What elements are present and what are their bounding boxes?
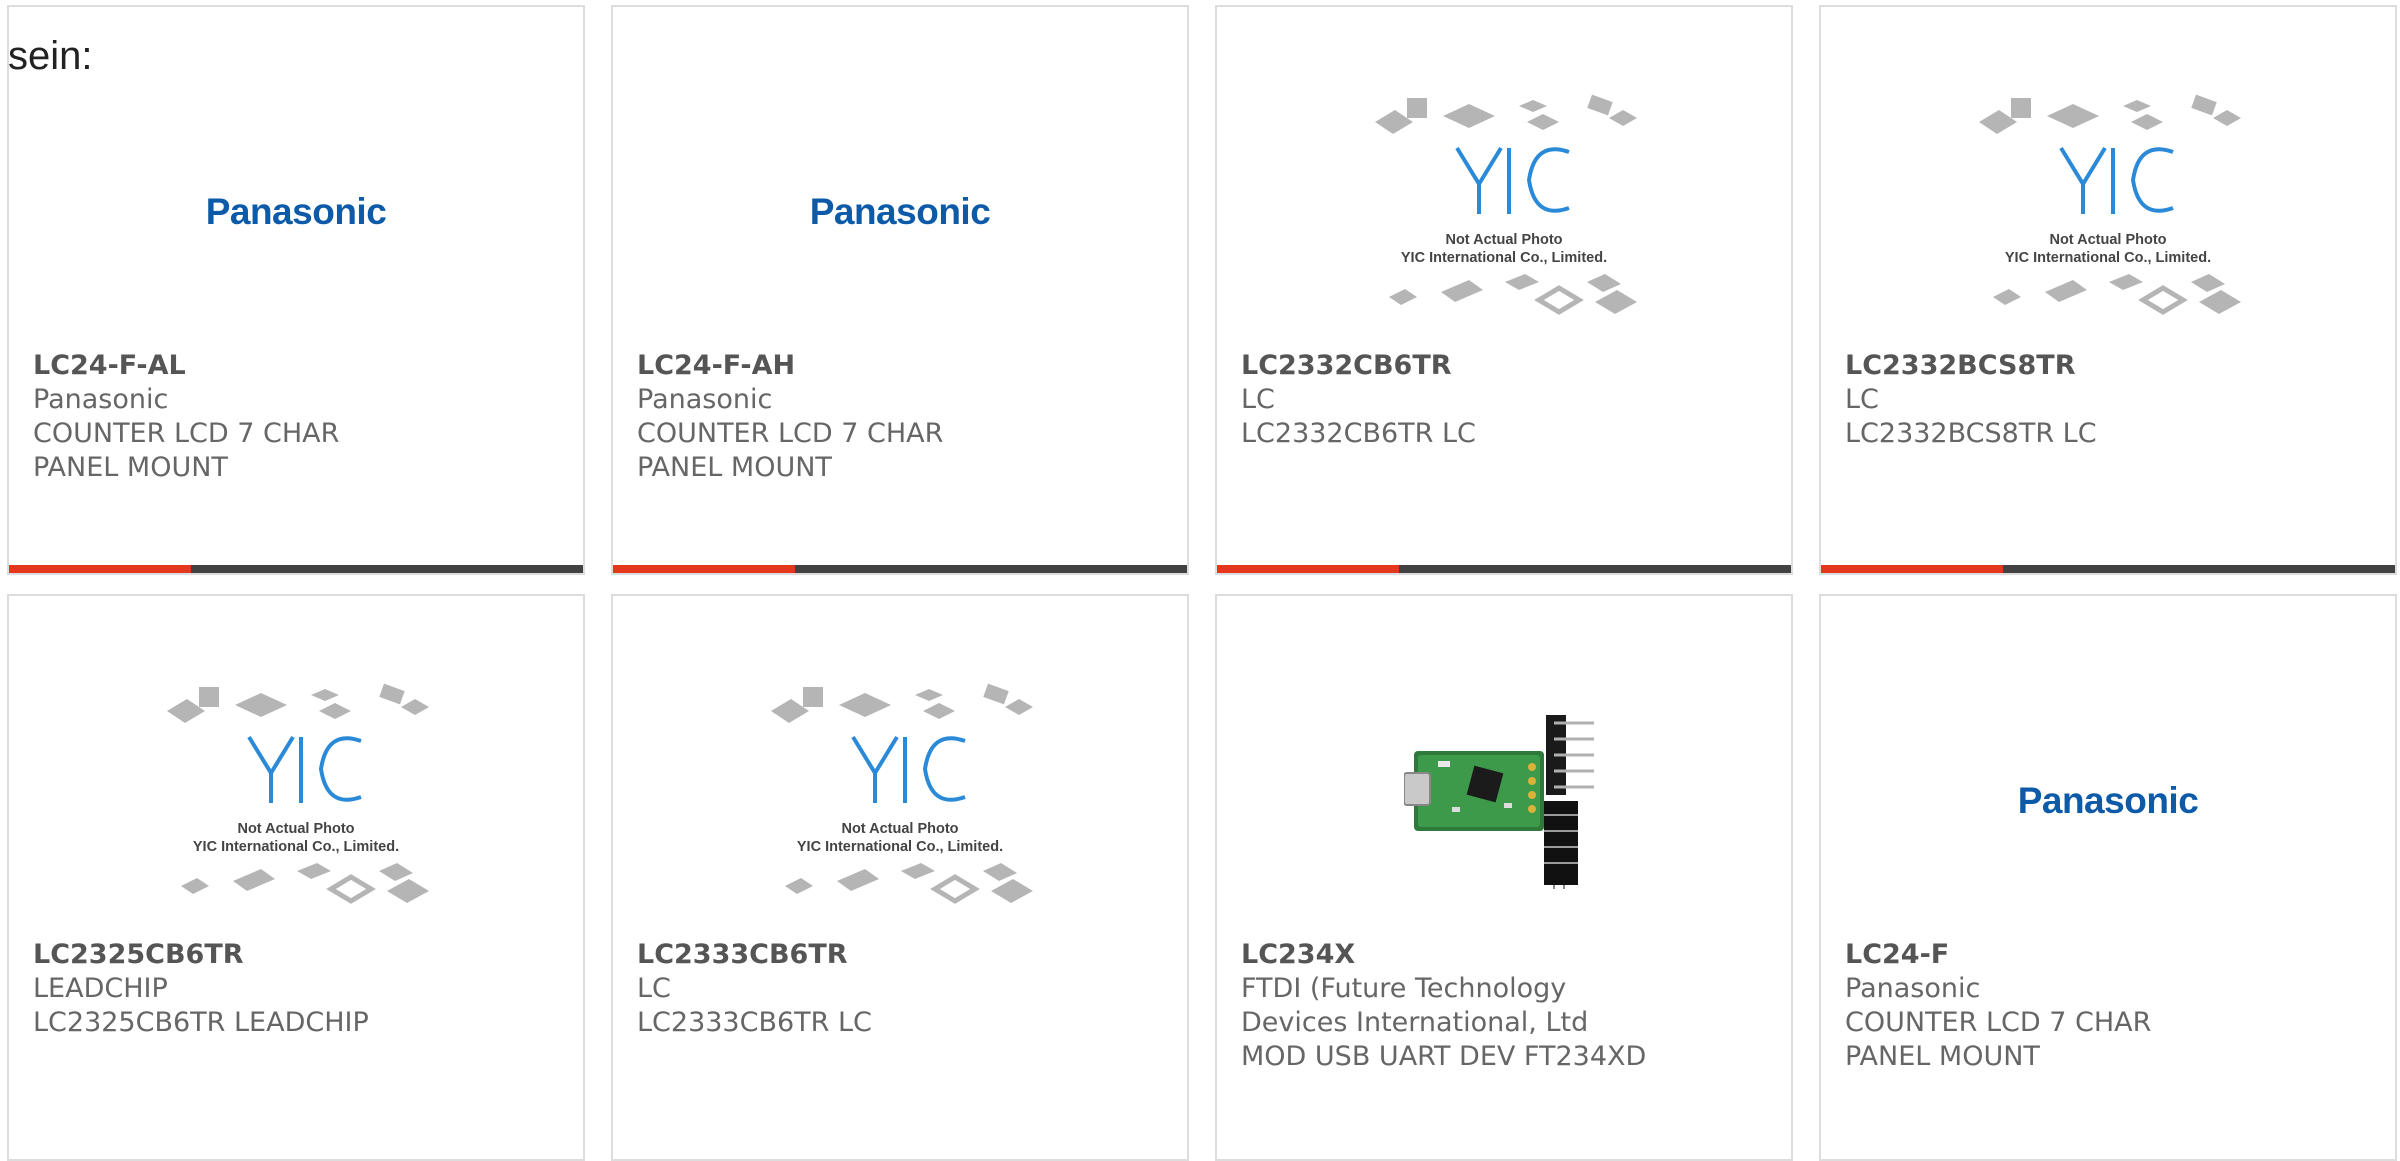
product-card[interactable]: Panasonic LC24-F-AL Panasonic COUNTER LC… [7,5,585,575]
product-image[interactable]: Panasonic [615,77,1185,347]
manufacturer: Panasonic [637,384,773,415]
panasonic-logo: Panasonic [809,191,991,232]
product-image[interactable]: Not Actual Photo YIC International Co., … [615,666,1185,936]
part-number[interactable]: LC24-F-AL [33,349,559,383]
product-image[interactable]: Panasonic [1823,666,2393,936]
part-number[interactable]: LC2332BCS8TR [1845,349,2371,383]
svg-text:Not Actual Photo: Not Actual Photo [237,821,354,837]
description: LC2332BCS8TR LC [1845,418,2097,449]
svg-text:YIC International Co., Limited: YIC International Co., Limited. [1401,250,1607,266]
product-image[interactable]: Not Actual Photo YIC International Co., … [11,666,581,936]
product-card[interactable]: Not Actual Photo YIC International Co., … [1819,5,2397,575]
description: LC2325CB6TR LEADCHIP [33,1007,369,1038]
placeholder-image: Not Actual Photo YIC International Co., … [167,683,429,904]
svg-text:YIC International Co., Limited: YIC International Co., Limited. [193,839,399,855]
intro-text: sein: [8,34,93,78]
description: COUNTER LCD 7 CHAR PANEL MOUNT [637,418,944,483]
product-grid: Panasonic LC24-F-AL Panasonic COUNTER LC… [0,0,2400,1161]
part-number[interactable]: LC2333CB6TR [637,938,1163,972]
part-number[interactable]: LC24-F-AH [637,349,1163,383]
description: COUNTER LCD 7 CHAR PANEL MOUNT [33,418,340,483]
svg-text:Not Actual Photo: Not Actual Photo [2049,232,2166,248]
part-number[interactable]: LC234X [1241,938,1767,972]
product-card[interactable]: Not Actual Photo YIC International Co., … [7,594,585,1161]
product-image[interactable]: Not Actual Photo YIC International Co., … [1823,77,2393,347]
svg-text:YIC International Co., Limited: YIC International Co., Limited. [2005,250,2211,266]
manufacturer: LC [637,973,671,1004]
description: LC2333CB6TR LC [637,1007,872,1038]
card-accent-bar [1821,565,2395,573]
manufacturer: FTDI (Future Technology Devices Internat… [1241,973,1589,1038]
part-number[interactable]: LC24-F [1845,938,2371,972]
svg-text:YIC International Co., Limited: YIC International Co., Limited. [797,839,1003,855]
product-card[interactable]: LC234X FTDI (Future Technology Devices I… [1215,594,1793,1161]
manufacturer: Panasonic [1845,973,1981,1004]
description: MOD USB UART DEV FT234XD [1241,1041,1647,1072]
description: LC2332CB6TR LC [1241,418,1476,449]
placeholder-image: Not Actual Photo YIC International Co., … [771,683,1033,904]
manufacturer: LC [1845,384,1879,415]
part-number[interactable]: LC2325CB6TR [33,938,559,972]
placeholder-image: Not Actual Photo YIC International Co., … [1979,94,2241,315]
card-accent-bar [1217,565,1791,573]
product-card[interactable]: Not Actual Photo YIC International Co., … [1215,5,1793,575]
card-accent-bar [613,565,1187,573]
usb-uart-board-image [1404,715,1594,889]
panasonic-logo: Panasonic [205,191,387,232]
svg-text:Not Actual Photo: Not Actual Photo [841,821,958,837]
product-image[interactable]: Panasonic [11,77,581,347]
part-number[interactable]: LC2332CB6TR [1241,349,1767,383]
product-card[interactable]: Panasonic LC24-F-AH Panasonic COUNTER LC… [611,5,1189,575]
description: COUNTER LCD 7 CHAR PANEL MOUNT [1845,1007,2152,1072]
manufacturer: LC [1241,384,1275,415]
card-accent-bar [9,565,583,573]
product-image[interactable] [1219,666,1789,936]
manufacturer: Panasonic [33,384,169,415]
svg-text:Not Actual Photo: Not Actual Photo [1445,232,1562,248]
product-image[interactable]: Not Actual Photo YIC International Co., … [1219,77,1789,347]
placeholder-image: Not Actual Photo YIC International Co., … [1375,94,1637,315]
product-card[interactable]: Panasonic LC24-F Panasonic COUNTER LCD 7… [1819,594,2397,1161]
manufacturer: LEADCHIP [33,973,168,1004]
panasonic-logo: Panasonic [2017,780,2199,821]
product-card[interactable]: Not Actual Photo YIC International Co., … [611,594,1189,1161]
